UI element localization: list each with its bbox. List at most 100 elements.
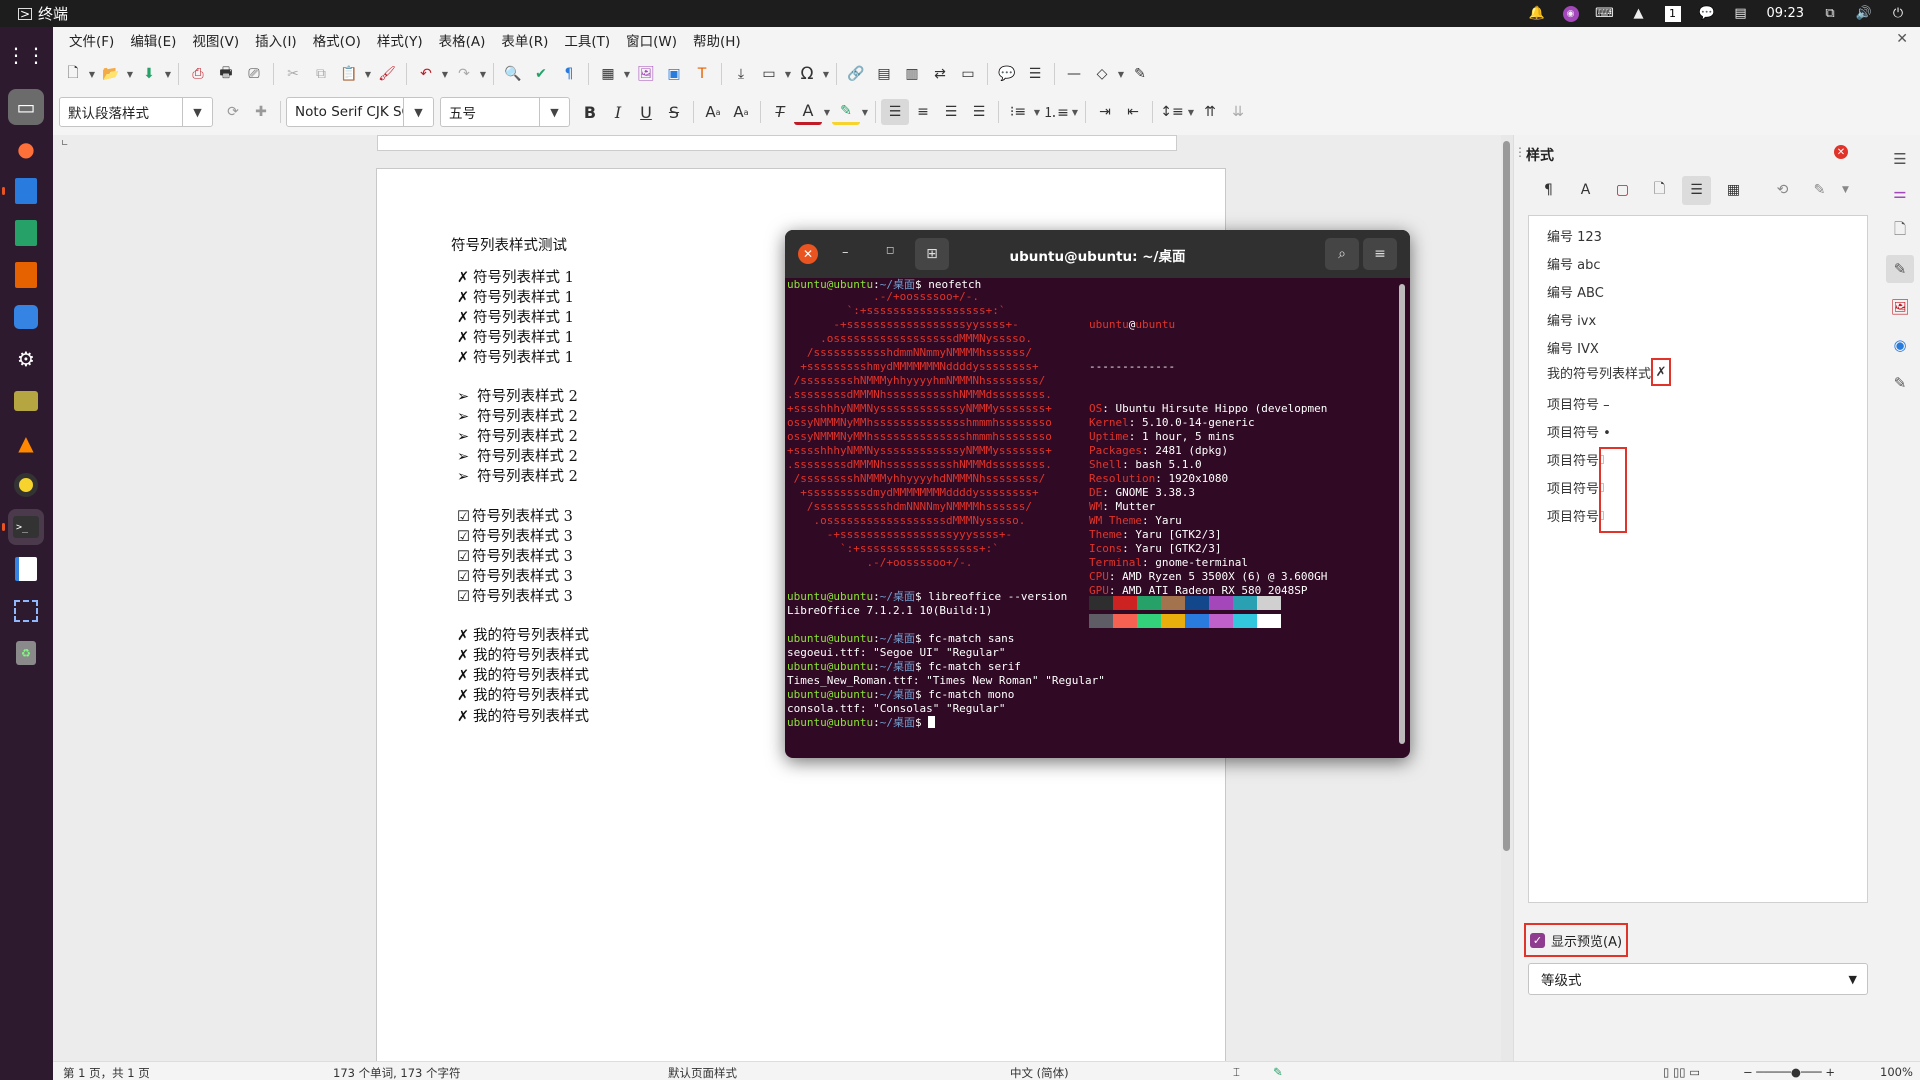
paste-icon[interactable]: 📋 bbox=[335, 61, 363, 87]
chevron-down-icon[interactable]: ▼ bbox=[182, 98, 212, 126]
chevron-down-icon[interactable]: ▼ bbox=[363, 70, 373, 79]
chevron-down-icon[interactable]: ▼ bbox=[783, 70, 793, 79]
chevron-down-icon[interactable]: ▼ bbox=[125, 70, 135, 79]
style-filter-select[interactable]: 等级式 ▼ bbox=[1528, 963, 1868, 995]
chevron-down-icon[interactable]: ▼ bbox=[440, 70, 450, 79]
menu-window[interactable]: 窗口(W) bbox=[618, 30, 685, 50]
settings-icon[interactable]: ⚙ bbox=[8, 341, 44, 377]
notification-bell-icon[interactable]: 🔔 bbox=[1528, 6, 1544, 22]
new-style-icon[interactable]: ✚ bbox=[247, 99, 275, 125]
clock[interactable]: 09:23 bbox=[1767, 6, 1804, 21]
firefox-icon[interactable]: ● bbox=[8, 131, 44, 167]
software-center-icon[interactable] bbox=[8, 299, 44, 335]
menu-styles[interactable]: 样式(Y) bbox=[369, 30, 431, 50]
subscript-button[interactable]: Aa bbox=[727, 99, 755, 125]
document-modified-icon[interactable]: ✎ bbox=[1273, 1065, 1283, 1079]
chevron-down-icon[interactable]: ▼ bbox=[860, 108, 870, 117]
page-break-icon[interactable]: ⤓ bbox=[727, 61, 755, 87]
files-icon[interactable]: ▭ bbox=[8, 89, 44, 125]
chevron-down-icon[interactable]: ▼ bbox=[163, 70, 173, 79]
insert-chart-icon[interactable]: ▣ bbox=[660, 61, 688, 87]
decrease-paragraph-spacing-icon[interactable]: ⇊ bbox=[1224, 99, 1252, 125]
align-right-button[interactable]: ☰ bbox=[937, 99, 965, 125]
view-layout-icons[interactable]: ▯ ▯▯ ▭ bbox=[1663, 1065, 1700, 1079]
show-preview-checkbox[interactable]: ✓ 显示预览(A) bbox=[1524, 923, 1628, 957]
insert-field-icon[interactable]: ▭ bbox=[755, 61, 783, 87]
ordered-list-icon[interactable]: ⒈≡ bbox=[1042, 99, 1070, 125]
chevron-down-icon[interactable]: ▼ bbox=[822, 108, 832, 117]
properties-icon[interactable]: ⚌ bbox=[1886, 179, 1914, 207]
decrease-indent-icon[interactable]: ⇤ bbox=[1119, 99, 1147, 125]
menu-help[interactable]: 帮助(H) bbox=[685, 30, 749, 50]
menu-table[interactable]: 表格(A) bbox=[431, 30, 494, 50]
insert-table-icon[interactable]: ▦ bbox=[594, 61, 622, 87]
copy-icon[interactable]: ⧉ bbox=[307, 61, 335, 87]
app-grid-icon[interactable]: ⋮⋮ bbox=[6, 37, 46, 73]
chevron-down-icon[interactable]: ▼ bbox=[87, 70, 97, 79]
trash-icon[interactable]: ♻ bbox=[8, 635, 44, 671]
gallery-icon[interactable]: 🖼 bbox=[1886, 293, 1914, 321]
menu-edit[interactable]: 编辑(E) bbox=[122, 30, 184, 50]
superscript-button[interactable]: Aa bbox=[699, 99, 727, 125]
footnote-icon[interactable]: ▤ bbox=[870, 61, 898, 87]
insert-line-icon[interactable]: — bbox=[1060, 61, 1088, 87]
list-item[interactable]: 编号 IVX bbox=[1547, 338, 1599, 357]
chevron-down-icon[interactable]: ▼ bbox=[1186, 108, 1196, 117]
libreoffice-impress-icon[interactable] bbox=[8, 257, 44, 293]
paragraph-styles-icon[interactable]: ¶ bbox=[1534, 176, 1563, 205]
special-character-icon[interactable]: Ω bbox=[793, 61, 821, 87]
activities-app-menu[interactable]: > 终端 bbox=[0, 3, 68, 24]
page-count[interactable]: 第 1 页，共 1 页 bbox=[63, 1065, 150, 1080]
formatting-marks-icon[interactable]: ¶ bbox=[555, 61, 583, 87]
font-color-button[interactable]: A bbox=[794, 99, 822, 125]
font-size-select[interactable]: 五号 ▼ bbox=[440, 97, 570, 127]
increase-paragraph-spacing-icon[interactable]: ⇈ bbox=[1196, 99, 1224, 125]
zoom-level[interactable]: 100% bbox=[1880, 1065, 1913, 1079]
basic-shapes-icon[interactable]: ◇ bbox=[1088, 61, 1116, 87]
character-styles-icon[interactable]: A bbox=[1571, 176, 1600, 205]
terminal-output[interactable]: ubuntu@ubuntu:~/桌面$ neofetch .-/+oosssso… bbox=[787, 278, 1392, 758]
bold-button[interactable]: B bbox=[576, 99, 604, 125]
update-icon[interactable]: ▲ bbox=[1631, 6, 1647, 22]
volume-icon[interactable]: 🔊 bbox=[1856, 6, 1872, 22]
close-document-icon[interactable]: ✕ bbox=[1896, 31, 1908, 47]
chevron-down-icon[interactable]: ▼ bbox=[821, 70, 831, 79]
style-actions-icon[interactable]: ✎ bbox=[1805, 176, 1834, 205]
libreoffice-calc-icon[interactable] bbox=[8, 215, 44, 251]
list-item[interactable]: 项目符号 – bbox=[1547, 394, 1610, 413]
manage-changes-icon[interactable]: ✎ bbox=[1886, 369, 1914, 397]
power-icon[interactable]: ⏻ bbox=[1890, 6, 1906, 22]
cut-icon[interactable]: ✂ bbox=[279, 61, 307, 87]
checkbox-checked-icon[interactable]: ✓ bbox=[1530, 932, 1545, 948]
chevron-down-icon[interactable]: ▼ bbox=[539, 98, 569, 126]
chevron-down-icon[interactable]: ▼ bbox=[1032, 108, 1042, 117]
table-styles-icon[interactable]: ▦ bbox=[1719, 176, 1748, 205]
archive-icon[interactable] bbox=[8, 383, 44, 419]
print-preview-icon[interactable]: ⎚ bbox=[240, 61, 268, 87]
vlc-icon[interactable]: ▲ bbox=[8, 425, 44, 461]
insert-mode-icon[interactable]: ⌶ bbox=[1233, 1065, 1240, 1080]
track-changes-icon[interactable]: ☰ bbox=[1021, 61, 1049, 87]
terminal-window[interactable]: ✕ – ◻ ⊞ ubuntu@ubuntu: ~/桌面 ⌕ ≡ ubuntu@u… bbox=[785, 230, 1410, 758]
chat-icon[interactable]: 💬 bbox=[1698, 6, 1714, 22]
menu-format[interactable]: 格式(O) bbox=[305, 30, 369, 50]
draw-icon[interactable]: ✎ bbox=[1126, 61, 1154, 87]
paragraph-style-select[interactable]: 默认段落样式 ▼ bbox=[59, 97, 213, 127]
print-icon[interactable]: 🖶 bbox=[212, 61, 240, 87]
menu-insert[interactable]: 插入(I) bbox=[247, 30, 305, 50]
language-status[interactable]: 中文 (简体) bbox=[1010, 1065, 1069, 1080]
chevron-down-icon[interactable]: ▼ bbox=[1842, 185, 1849, 195]
list-item[interactable]: 我的符号列表样式 ✗ bbox=[1547, 358, 1672, 386]
page-deck-icon[interactable]: 🗋 bbox=[1886, 217, 1914, 245]
justify-button[interactable]: ☰ bbox=[965, 99, 993, 125]
terminal-icon[interactable]: >_ bbox=[2, 509, 44, 545]
color-app-icon[interactable]: ◉ bbox=[1562, 5, 1579, 22]
chevron-down-icon[interactable]: ▼ bbox=[403, 98, 433, 126]
menu-view[interactable]: 视图(V) bbox=[184, 30, 247, 50]
page-styles-icon[interactable]: 🗋 bbox=[1645, 176, 1674, 205]
menu-tools[interactable]: 工具(T) bbox=[556, 30, 618, 50]
chevron-down-icon[interactable]: ▼ bbox=[622, 70, 632, 79]
list-styles-icon[interactable]: ☰ bbox=[1682, 175, 1711, 205]
new-document-icon[interactable]: 🗋 bbox=[59, 61, 87, 87]
sidebar-menu-icon[interactable]: ☰ bbox=[1886, 145, 1914, 173]
